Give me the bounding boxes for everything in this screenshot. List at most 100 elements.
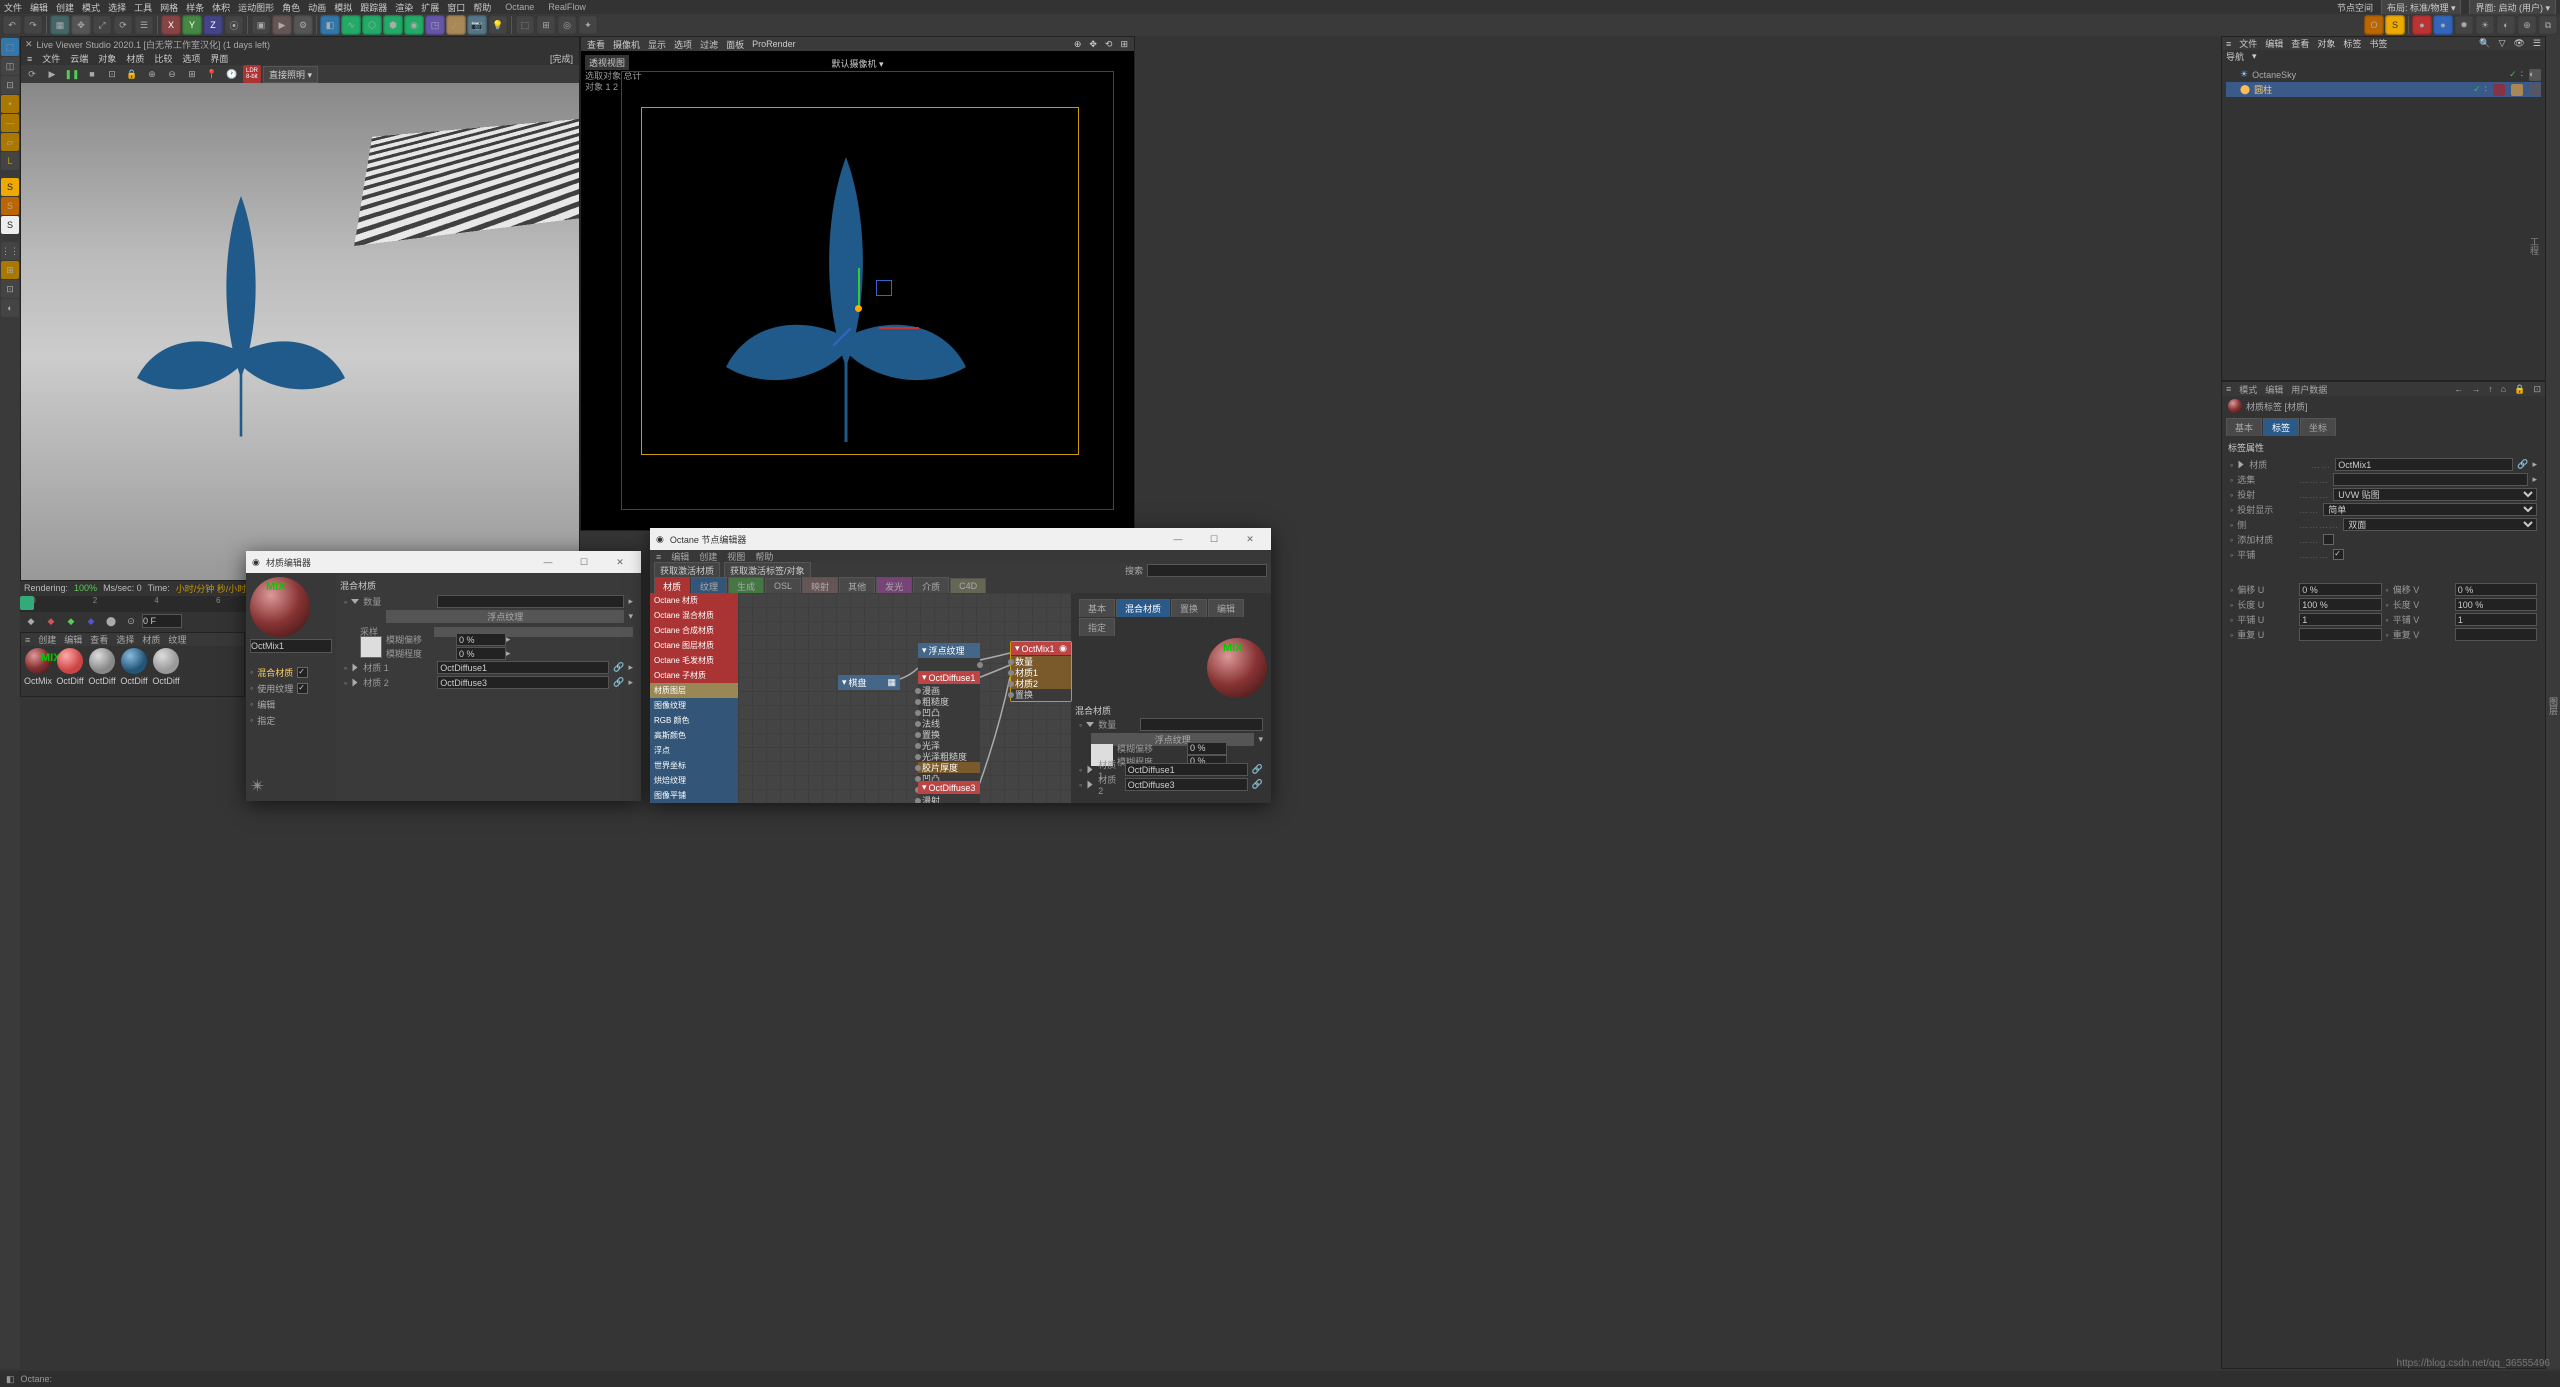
lv-btn7[interactable]: ⊕: [143, 65, 161, 83]
mat-slot-3[interactable]: OctDiff: [119, 648, 149, 686]
frame-field-1[interactable]: [142, 614, 182, 628]
menu-character[interactable]: 角色: [282, 1, 300, 14]
autokey[interactable]: ⬤: [102, 612, 120, 630]
node-mix[interactable]: ▾ OctMix1◉ 数量 材质1 材质2 置换: [1010, 641, 1072, 702]
om-grip[interactable]: ≡: [2226, 39, 2231, 49]
om-search-icon[interactable]: 🔍: [2479, 38, 2490, 49]
menu-simulate[interactable]: 模拟: [334, 1, 352, 14]
menu-mograph[interactable]: 运动图形: [238, 1, 274, 14]
snap4[interactable]: ◐: [1, 299, 19, 317]
generator2-icon[interactable]: ⬢: [383, 15, 403, 35]
redo-button[interactable]: ↷: [23, 15, 43, 35]
menu-tools[interactable]: 工具: [134, 1, 152, 14]
mat-slot-2[interactable]: OctDiff: [87, 648, 117, 686]
poly-mode[interactable]: ▱: [1, 133, 19, 151]
maximize-button[interactable]: ☐: [569, 557, 599, 568]
phong-tag-icon[interactable]: [2511, 84, 2523, 96]
close-button[interactable]: ✕: [1235, 534, 1265, 545]
snap3[interactable]: ⊡: [1, 280, 19, 298]
tool4[interactable]: ✦: [578, 15, 598, 35]
node-checker[interactable]: ▾ 棋盘▦: [838, 675, 900, 690]
oct-s1[interactable]: S: [1, 178, 19, 196]
lv-btn6[interactable]: 🔒: [123, 65, 141, 83]
goto-icon[interactable]: ▸: [2532, 459, 2537, 470]
menu-edit[interactable]: 编辑: [30, 1, 48, 14]
attr-grip[interactable]: ≡: [2226, 384, 2231, 394]
maximize-button[interactable]: ☐: [1199, 534, 1229, 545]
material-name-field[interactable]: [250, 639, 332, 653]
camera-icon[interactable]: 📷: [467, 15, 487, 35]
menu-file[interactable]: 文件: [4, 1, 22, 14]
tool3[interactable]: ◎: [557, 15, 577, 35]
layers-tab[interactable]: 图层: [2548, 697, 2558, 715]
cube-primitive[interactable]: ◧: [320, 15, 340, 35]
menu-volume[interactable]: 体积: [212, 1, 230, 14]
snap2[interactable]: ⊞: [1, 261, 19, 279]
node-category-list[interactable]: Octane 材质 Octane 混合材质 Octane 合成材质 Octane…: [650, 593, 738, 803]
rotate-tool[interactable]: ⟳: [113, 15, 133, 35]
lv-btn9[interactable]: ⊞: [183, 65, 201, 83]
vp-nav1[interactable]: ⊕: [1074, 39, 1082, 50]
selection-field[interactable]: [2333, 473, 2528, 486]
vp-nav2[interactable]: ✥: [1089, 39, 1097, 50]
projection-dropdown[interactable]: UVW 贴图: [2333, 488, 2537, 501]
close-icon[interactable]: ✕: [25, 39, 33, 50]
oct-s2[interactable]: S: [1, 197, 19, 215]
material-preview[interactable]: [250, 577, 310, 637]
vp-nav3[interactable]: ⟲: [1105, 39, 1113, 50]
tex-dropdown[interactable]: 浮点纹理: [386, 610, 624, 623]
move-tool[interactable]: ✥: [71, 15, 91, 35]
mat-slot-4[interactable]: OctDiff: [151, 648, 181, 686]
om-nav[interactable]: 导航: [2226, 50, 2244, 63]
om-list-icon[interactable]: ☰: [2533, 38, 2541, 49]
menu-help[interactable]: 帮助: [473, 1, 491, 14]
rtb2[interactable]: ●: [2433, 15, 2453, 35]
lv-play[interactable]: ▶: [43, 65, 61, 83]
menu-mode[interactable]: 模式: [82, 1, 100, 14]
goto-icon[interactable]: 🔗: [613, 662, 624, 673]
nav-back[interactable]: ←: [2454, 384, 2463, 394]
attr-lock[interactable]: 🔒: [2514, 384, 2525, 395]
menu-realflow[interactable]: RealFlow: [548, 2, 586, 12]
lv-ldr[interactable]: LDR8-bit: [243, 65, 261, 83]
close-button[interactable]: ✕: [605, 557, 635, 568]
lv-pause[interactable]: ❚❚: [63, 65, 81, 83]
field-icon[interactable]: ◉: [404, 15, 424, 35]
node-float[interactable]: ▾ 浮点纹理: [918, 643, 980, 671]
material-tag-icon[interactable]: [2493, 84, 2505, 96]
point-mode[interactable]: •: [1, 95, 19, 113]
liveviewer-canvas[interactable]: [21, 83, 579, 580]
axis-z[interactable]: Z: [203, 15, 223, 35]
oct-s3[interactable]: S: [1, 216, 19, 234]
tile-checkbox[interactable]: [2333, 549, 2344, 560]
project-tab[interactable]: 工程: [2528, 237, 2541, 255]
key-opt[interactable]: ⊙: [122, 612, 140, 630]
menu-spline[interactable]: 样条: [186, 1, 204, 14]
attr-tab-coord[interactable]: 坐标: [2300, 418, 2336, 436]
minimize-button[interactable]: —: [1163, 534, 1193, 544]
attr-tab-tag[interactable]: 标签: [2263, 418, 2299, 436]
menu-tracker[interactable]: 跟踪器: [360, 1, 387, 14]
node-diffuse3[interactable]: ▾ OctDiffuse3 漫射: [918, 781, 980, 803]
mat2-tag-icon[interactable]: [2529, 84, 2541, 96]
menu-window[interactable]: 窗口: [447, 1, 465, 14]
key-scale[interactable]: ◆: [62, 612, 80, 630]
spline-primitive[interactable]: ∿: [341, 15, 361, 35]
lv-btn5[interactable]: ⊡: [103, 65, 121, 83]
attr-tab-basic[interactable]: 基本: [2226, 418, 2262, 436]
render-pv[interactable]: ▶: [272, 15, 292, 35]
viewport-camera[interactable]: 默认摄像机 ▾: [831, 57, 883, 70]
recent-tool[interactable]: ☰: [134, 15, 154, 35]
nav-fwd[interactable]: →: [2471, 384, 2480, 394]
generator-icon[interactable]: ⬡: [362, 15, 382, 35]
nav-home[interactable]: ⌂: [2501, 384, 2506, 394]
lv-stop[interactable]: ■: [83, 65, 101, 83]
key-pos[interactable]: ◆: [42, 612, 60, 630]
menu-select[interactable]: 选择: [108, 1, 126, 14]
rtb4[interactable]: ☀: [2475, 15, 2495, 35]
scene-icon[interactable]: ☄: [446, 15, 466, 35]
texture-mode[interactable]: ◫: [1, 57, 19, 75]
perspective-viewport[interactable]: 查看 摄像机 显示 选项 过滤 面板 ProRender ⊕ ✥ ⟲ ⊞ 透视视…: [580, 36, 1135, 531]
rtb7[interactable]: ⧉: [2538, 15, 2558, 35]
addmat-checkbox[interactable]: [2323, 534, 2334, 545]
